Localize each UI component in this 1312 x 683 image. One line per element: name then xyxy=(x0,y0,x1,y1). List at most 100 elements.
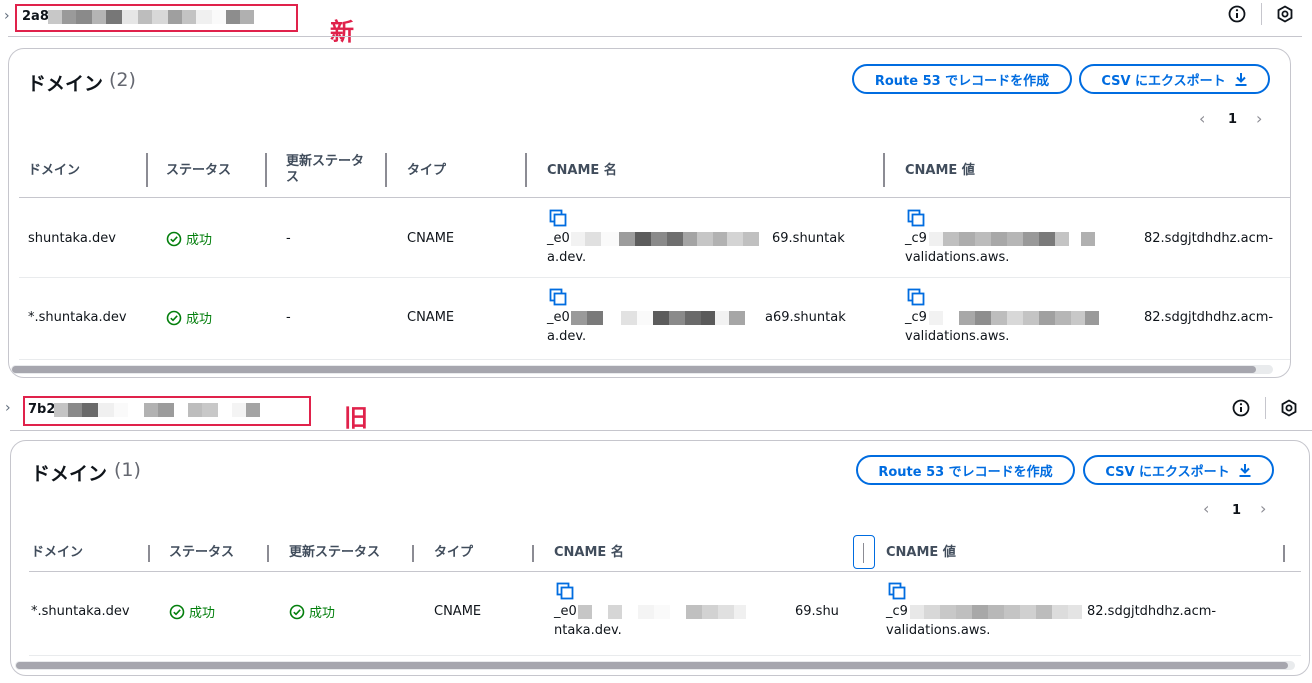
cname-name-line2: a.dev. xyxy=(547,329,587,344)
column-header-renewal-status[interactable]: 更新ステータス xyxy=(286,154,366,186)
domains-panel: ドメイン (2) Route 53 でレコードを作成 CSV にエクスポート ‹… xyxy=(8,48,1291,378)
chevron-left-icon[interactable]: ‹ xyxy=(1203,499,1209,518)
scrollbar-thumb[interactable] xyxy=(16,662,1288,669)
status-cell: 成功 xyxy=(166,308,212,327)
copy-icon[interactable] xyxy=(549,288,567,306)
download-icon xyxy=(1239,464,1251,477)
export-csv-button[interactable]: CSV にエクスポート xyxy=(1083,455,1274,485)
domain-cell: *.shuntaka.dev xyxy=(28,310,127,325)
expand-chevron-icon[interactable]: › xyxy=(4,8,10,24)
type-cell: CNAME xyxy=(434,604,482,619)
masked-certificate-id xyxy=(54,403,260,417)
cname-name-suffix: a69.shuntak xyxy=(765,310,846,325)
page-number[interactable]: 1 xyxy=(1232,503,1241,518)
cname-name-suffix: 69.shu xyxy=(795,604,839,619)
header-divider xyxy=(1265,397,1266,419)
settings-hex-icon[interactable] xyxy=(1280,399,1298,417)
info-icon[interactable] xyxy=(1228,5,1246,23)
cname-value-suffix: 82.sdgjtdhdhz.acm- xyxy=(1144,310,1274,325)
certificate-id[interactable]: 2a8 xyxy=(22,9,49,24)
column-header-cname-name[interactable]: CNAME 名 xyxy=(554,545,624,561)
cname-name-line2: ntaka.dev. xyxy=(554,623,622,638)
info-icon[interactable] xyxy=(1232,399,1250,417)
domains-panel: ドメイン (1) Route 53 でレコードを作成 CSV にエクスポート ‹… xyxy=(10,440,1310,676)
renewal-status-cell: 成功 xyxy=(289,602,335,621)
cname-value-line2: validations.aws. xyxy=(905,250,1010,265)
column-divider[interactable] xyxy=(532,545,534,562)
domain-cell: shuntaka.dev xyxy=(28,231,116,246)
chevron-right-icon[interactable]: › xyxy=(1256,109,1262,128)
chevron-right-icon[interactable]: › xyxy=(1260,499,1266,518)
column-divider[interactable] xyxy=(1283,545,1285,562)
column-divider[interactable] xyxy=(148,545,150,562)
cname-value-prefix: _c9 xyxy=(905,310,927,325)
table-header-line xyxy=(29,571,1301,572)
type-cell: CNAME xyxy=(407,231,455,246)
type-cell: CNAME xyxy=(407,310,455,325)
renewal-status-cell: - xyxy=(286,231,291,246)
column-divider[interactable] xyxy=(525,153,527,187)
column-header-cname-name[interactable]: CNAME 名 xyxy=(547,163,617,179)
cname-value-prefix: _c9 xyxy=(886,604,908,619)
cname-name-line2: a.dev. xyxy=(547,250,587,265)
panel-title: ドメイン xyxy=(27,73,104,95)
chevron-left-icon[interactable]: ‹ xyxy=(1199,109,1205,128)
create-route53-record-button[interactable]: Route 53 でレコードを作成 xyxy=(856,455,1075,485)
success-check-icon xyxy=(166,310,182,325)
table-header-line xyxy=(19,197,1290,198)
copy-icon[interactable] xyxy=(907,209,925,227)
cname-value-prefix: _c9 xyxy=(905,231,927,246)
panel-count: (2) xyxy=(109,69,136,91)
panel-count: (1) xyxy=(114,459,141,481)
column-header-domain[interactable]: ドメイン xyxy=(31,545,83,561)
create-route53-record-button[interactable]: Route 53 でレコードを作成 xyxy=(852,64,1072,94)
page-number[interactable]: 1 xyxy=(1228,112,1237,127)
copy-icon[interactable] xyxy=(888,582,906,600)
column-header-status[interactable]: ステータス xyxy=(169,545,234,561)
panel-title: ドメイン xyxy=(31,463,108,485)
header-divider xyxy=(1261,3,1262,25)
cname-name-prefix: _e0 xyxy=(554,604,577,619)
copy-icon[interactable] xyxy=(907,288,925,306)
row-divider xyxy=(19,277,1290,278)
column-divider[interactable] xyxy=(412,545,414,562)
row-divider xyxy=(29,655,1301,656)
column-header-status[interactable]: ステータス xyxy=(166,163,231,179)
annotation-label: 旧 xyxy=(344,404,368,432)
column-header-renewal-status[interactable]: 更新ステータス xyxy=(289,545,380,561)
settings-hex-icon[interactable] xyxy=(1276,5,1294,23)
annotation-label: 新 xyxy=(330,18,354,46)
column-divider[interactable] xyxy=(883,153,885,187)
column-header-domain[interactable]: ドメイン xyxy=(28,163,80,179)
header-divider-line xyxy=(8,36,1302,37)
scrollbar-thumb[interactable] xyxy=(12,366,1256,373)
masked-cname-name xyxy=(578,605,746,619)
column-header-cname-value[interactable]: CNAME 値 xyxy=(886,545,956,561)
cname-name-suffix: 69.shuntak xyxy=(772,231,845,246)
cname-value-suffix: 82.sdgjtdhdhz.acm- xyxy=(1144,231,1274,246)
column-divider[interactable] xyxy=(385,153,387,187)
copy-icon[interactable] xyxy=(549,209,567,227)
row-divider xyxy=(19,359,1290,360)
expand-chevron-icon[interactable]: › xyxy=(5,400,11,416)
column-divider[interactable] xyxy=(863,543,864,563)
column-header-type[interactable]: タイプ xyxy=(407,163,446,179)
certificate-id[interactable]: 7b2 xyxy=(28,402,55,417)
status-cell: 成功 xyxy=(169,602,215,621)
status-cell: 成功 xyxy=(166,229,212,248)
column-divider[interactable] xyxy=(146,153,148,187)
download-icon xyxy=(1235,73,1247,86)
cname-name-prefix: _e0 xyxy=(547,310,570,325)
success-check-icon xyxy=(169,604,185,619)
column-header-cname-value[interactable]: CNAME 値 xyxy=(905,163,975,179)
cname-value-suffix: 82.sdgjtdhdhz.acm- xyxy=(1087,604,1217,619)
renewal-status-cell: - xyxy=(286,310,291,325)
masked-certificate-id xyxy=(48,10,254,24)
column-divider[interactable] xyxy=(267,545,269,562)
column-resize-handle-focused[interactable] xyxy=(853,535,875,569)
export-csv-button[interactable]: CSV にエクスポート xyxy=(1079,64,1270,94)
masked-cname-value xyxy=(929,311,1099,325)
column-divider[interactable] xyxy=(265,153,267,187)
copy-icon[interactable] xyxy=(556,582,574,600)
column-header-type[interactable]: タイプ xyxy=(434,545,473,561)
